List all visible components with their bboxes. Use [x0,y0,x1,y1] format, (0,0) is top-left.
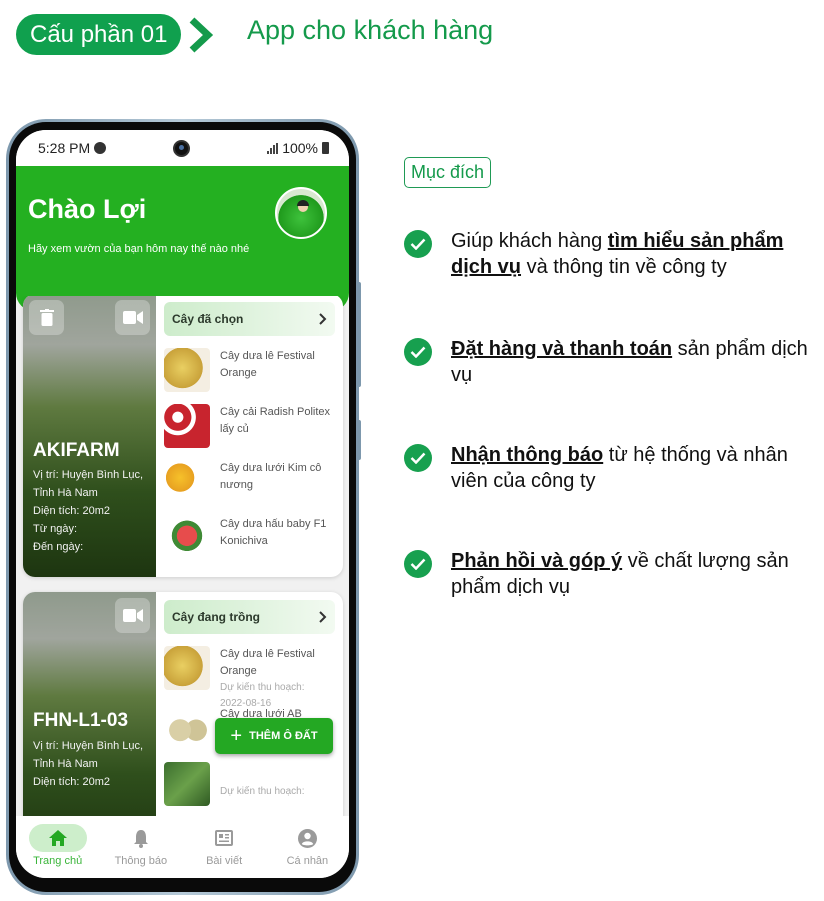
plant-thumbnail [164,762,210,806]
plant-item[interactable]: Cây dưa hấu baby F1 Konichiva [164,516,335,560]
battery-level: 100% [282,140,318,156]
plant-name: Cây dưa lưới Kim cô nương [220,462,322,491]
plant-name: Cây dưa lê Festival Orange [220,350,315,379]
section-title: Cây đã chọn [172,312,244,326]
purpose-item: Phản hồi và góp ý về chất lượng sản phẩm… [404,548,824,600]
status-time: 5:28 PM [38,140,91,156]
check-circle-icon [404,230,432,258]
farm-from-date: Từ ngày: [33,523,78,535]
signal-icon [267,142,279,154]
purpose-text: Giúp khách hàng tìm hiểu sản phẩm dịch v… [451,230,784,278]
plant-item[interactable]: Dự kiến thu hoạch: [164,762,335,806]
purpose-tag: Mục đích [404,157,492,188]
harvest-label: Dự kiến thu hoạch: [220,682,305,693]
purpose-item: Giúp khách hàng tìm hiểu sản phẩm dịch v… [404,228,824,280]
phone-mockup: 5:28 PM 100% Chào Lợi Hãy xem vườn của b… [6,119,359,895]
bell-icon [133,829,148,848]
section-title: Cây đang trồng [172,610,261,624]
greeting-subtitle: Hãy xem vườn của bạn hôm nay thế nào nhé [28,243,250,255]
plant-thumbnail [164,404,210,448]
purpose-text: Phản hồi và góp ý về chất lượng sản phẩm… [451,550,789,598]
farm-location: Vị trí: Huyện Bình Lục, [33,740,144,752]
chevron-right-icon [319,611,327,623]
growing-plants-header[interactable]: Cây đang trồng [164,600,335,634]
plant-item[interactable]: Cây dưa lê Festival Orange Dự kiến thu h… [164,646,335,709]
farm-area: Diện tích: 20m2 [33,505,111,517]
farm-image: AKIFARM Vị trí: Huyện Bình Lục, Tỉnh Hà … [23,296,156,577]
plant-thumbnail [164,646,210,690]
purpose-item: Đặt hàng và thanh toán sản phẩm dịch vụ [404,336,824,388]
trash-icon [39,309,54,326]
plant-thumbnail [164,516,210,560]
delete-button[interactable] [29,300,64,335]
harvest-label: Dự kiến thu hoạch: [220,786,305,797]
check-circle-icon [404,338,432,366]
purpose-text: Nhận thông báo từ hệ thống và nhân viên … [451,444,788,492]
add-plot-label: THÊM Ô ĐẤT [249,730,318,742]
purpose-text: Đặt hàng và thanh toán sản phẩm dịch vụ [451,338,808,386]
video-camera-icon [122,311,143,324]
farm-card[interactable]: AKIFARM Vị trí: Huyện Bình Lục, Tỉnh Hà … [23,296,343,577]
status-bar: 5:28 PM 100% [16,130,349,166]
nav-label: Thông báo [114,855,168,867]
avatar[interactable] [275,187,327,239]
nav-label: Bài viết [206,855,243,867]
greeting-header: Chào Lợi Hãy xem vườn của bạn hôm nay th… [16,166,349,311]
plant-thumbnail [164,706,210,750]
page-title: App cho khách hàng [247,15,494,45]
nav-notifications[interactable]: Thông báo [105,824,177,878]
farm-details: Vị trí: Huyện Bình Lục, Tỉnh Hà Nam Diện… [33,466,143,556]
farm-area: Diện tích: 20m2 [33,776,111,788]
nav-home[interactable]: Trang chủ [22,824,94,878]
camera-button[interactable] [115,300,150,335]
farm-location-province: Tỉnh Hà Nam [33,758,98,770]
farm-image: FHN-L1-03 Vị trí: Huyện Bình Lục, Tỉnh H… [23,592,156,816]
camera-button[interactable] [115,598,150,633]
plant-item[interactable]: Cây dưa lưới Kim cô nương [164,460,335,504]
plant-thumbnail [164,460,210,504]
spotify-icon [94,142,107,154]
check-circle-icon [404,444,432,472]
nav-articles[interactable]: Bài viết [188,824,260,878]
selected-plants-header[interactable]: Cây đã chọn [164,302,335,336]
farm-name: AKIFARM [33,440,120,461]
farm-location: Vị trí: Huyện Bình Lục, [33,469,144,481]
plus-icon: + [230,725,243,747]
plant-name: Cây cải Radish Politex lấy củ [220,406,331,435]
battery-icon [322,142,329,154]
nav-label: Trang chủ [33,855,83,867]
plant-name: Cây dưa hấu baby F1 Konichiva [220,518,327,547]
plant-thumbnail [164,348,210,392]
bottom-nav: Trang chủ Thông báo Bài viết Cá nhân [16,816,349,878]
farm-name: FHN-L1-03 [33,710,129,731]
check-circle-icon [404,550,432,578]
home-icon [48,830,67,846]
farm-to-date: Đến ngày: [33,541,84,553]
app-screen: 5:28 PM 100% Chào Lợi Hãy xem vườn của b… [16,130,349,878]
section-badge: Cấu phần 01 [16,14,182,55]
farm-card[interactable]: FHN-L1-03 Vị trí: Huyện Bình Lục, Tỉnh H… [23,592,343,816]
purpose-item: Nhận thông báo từ hệ thống và nhân viên … [404,442,824,494]
farm-location-province: Tỉnh Hà Nam [33,487,98,499]
plant-name: Cây dưa lê Festival Orange [220,648,315,677]
farm-details: Vị trí: Huyện Bình Lục, Tỉnh Hà Nam Diện… [33,737,143,791]
plant-item[interactable]: Cây dưa lê Festival Orange [164,348,335,392]
front-camera [173,140,190,157]
article-icon [215,830,234,846]
chevron-right-icon [189,17,214,53]
user-icon [297,828,317,848]
video-camera-icon [122,609,143,622]
plant-item[interactable]: Cây cải Radish Politex lấy củ [164,404,335,448]
nav-profile[interactable]: Cá nhân [271,824,343,878]
add-plot-button[interactable]: + THÊM Ô ĐẤT [215,718,333,754]
chevron-right-icon [319,313,327,325]
nav-label: Cá nhân [286,855,329,867]
